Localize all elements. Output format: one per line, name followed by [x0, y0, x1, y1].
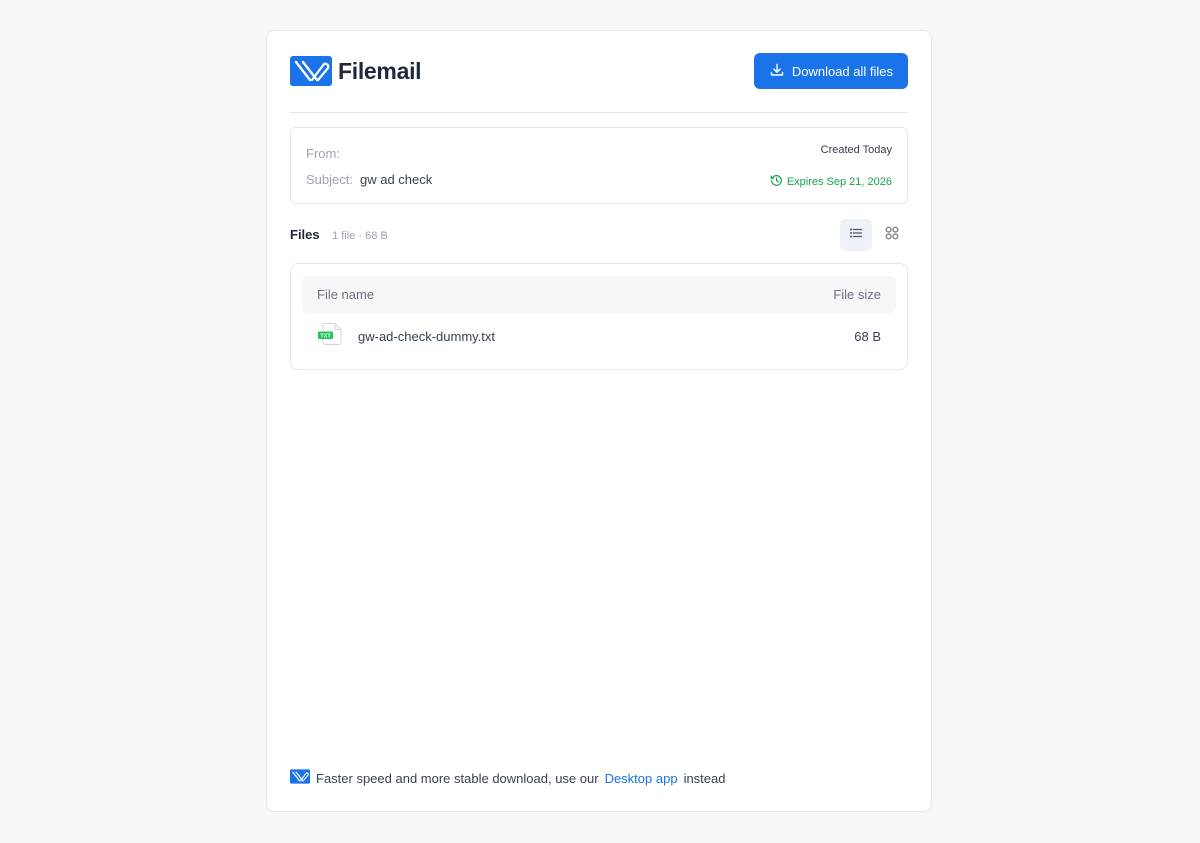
file-name: gw-ad-check-dummy.txt [358, 328, 496, 344]
footer-text-before: Faster speed and more stable download, u… [316, 770, 599, 786]
from-label: From: [306, 146, 340, 161]
files-count: 1 file · 68 B [332, 230, 388, 242]
subject-label: Subject: [306, 172, 353, 187]
download-all-label: Download all files [791, 63, 893, 79]
footer: Faster speed and more stable download, u… [290, 769, 725, 787]
files-title: Files [290, 227, 320, 242]
footer-text-after: instead [683, 770, 726, 786]
transfer-card: Filemail Download all files From: Subjec… [266, 30, 932, 812]
filemail-small-logo-icon [290, 769, 310, 787]
grid-icon [885, 226, 899, 245]
header: Filemail Download all files [290, 53, 908, 89]
view-toggle [840, 219, 908, 251]
table-header: File name File size [302, 276, 896, 313]
grid-view-button[interactable] [876, 219, 908, 251]
transfer-meta: From: Subject: gw ad check Created Today… [290, 127, 908, 204]
header-divider [290, 112, 908, 113]
file-type-label: TXT [320, 333, 331, 339]
files-table: File name File size TXT gw-ad-check-dumm… [290, 263, 908, 370]
subject-value: gw ad check [360, 172, 433, 187]
files-bar: Files 1 file · 68 B [290, 219, 908, 251]
desktop-app-link[interactable]: Desktop app [605, 771, 678, 786]
column-file-size: File size [833, 287, 881, 302]
list-view-button[interactable] [840, 219, 872, 251]
created-date: Created Today [820, 144, 892, 156]
download-icon [770, 63, 784, 80]
file-cell: TXT gw-ad-check-dummy.txt [317, 322, 495, 351]
history-icon [770, 174, 783, 190]
download-all-button[interactable]: Download all files [753, 53, 908, 89]
column-file-name: File name [317, 287, 375, 302]
brand[interactable]: Filemail [290, 56, 422, 86]
expiry-text: Expires Sep 21, 2026 [786, 176, 892, 188]
txt-file-icon: TXT [317, 322, 343, 351]
brand-name: Filemail [338, 57, 422, 84]
files-heading: Files 1 file · 68 B [290, 226, 388, 244]
filemail-logo-icon [290, 56, 332, 86]
list-icon [849, 226, 863, 245]
table-row[interactable]: TXT gw-ad-check-dummy.txt 68 B [302, 318, 896, 354]
file-size: 68 B [854, 328, 881, 344]
expiry-date: Expires Sep 21, 2026 [770, 174, 892, 190]
